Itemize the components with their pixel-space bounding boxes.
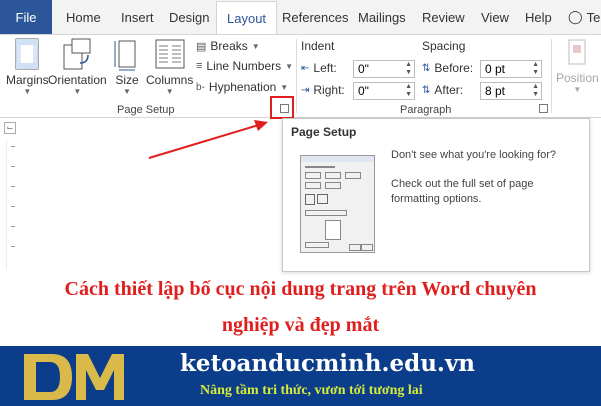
- site-url: ketoanducminh.edu.vn: [180, 350, 476, 377]
- tooltip-line-1: Don't see what you're looking for?: [391, 149, 557, 161]
- tooltip-title: Page Setup: [291, 125, 357, 139]
- tooltip-line-2: Check out the full set of page formattin…: [391, 178, 534, 205]
- page-setup-tooltip: Page Setup Don't see what you're looking…: [282, 118, 590, 272]
- tagline: Nâng tầm tri thức, vươn tới tương lai: [200, 383, 423, 398]
- page-setup-dialog-thumbnail: [300, 155, 375, 253]
- footer-banner: ketoanducminh.edu.vn Nâng tầm tri thức, …: [0, 346, 601, 406]
- caption-line-1: Cách thiết lập bố cục nội dung trang trê…: [64, 278, 537, 300]
- caption-line-2: nghiệp và đẹp mắt: [221, 314, 380, 336]
- ducminh-logo: [24, 354, 124, 400]
